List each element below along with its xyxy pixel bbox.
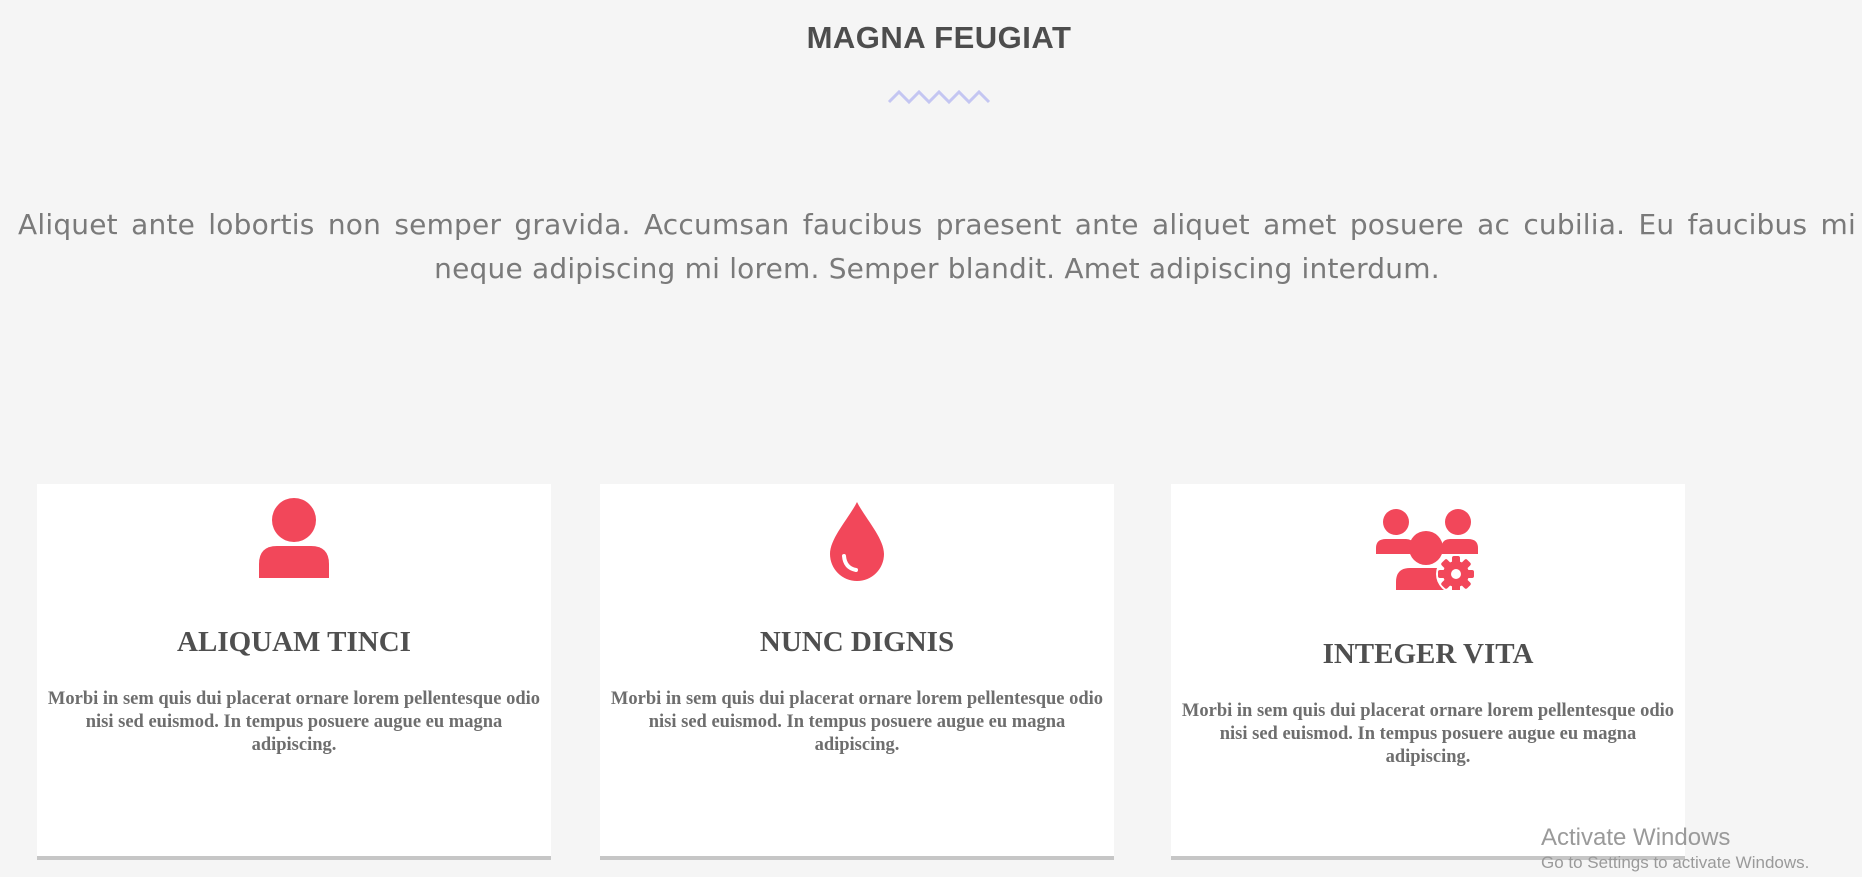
card-title: NUNC DIGNIS	[759, 626, 955, 658]
watermark-subtitle: Go to Settings to activate Windows.	[1541, 853, 1810, 872]
watermark-title: Activate Windows	[1541, 824, 1731, 851]
intro-text: Aliquet ante lobortis non semper gravida…	[18, 208, 1856, 285]
windows-activation-watermark: Activate Windows Go to Settings to activ…	[1541, 824, 1809, 874]
section-title: MAGNA FEUGIAT	[806, 20, 1072, 55]
card-text: Morbi in sem quis dui placerat ornare lo…	[1181, 701, 1675, 767]
card-title: ALIQUAM TINCI	[177, 626, 411, 658]
feature-card: INTEGER VITA Morbi in sem quis dui place…	[1171, 484, 1685, 860]
user-icon	[37, 496, 551, 578]
zigzag-divider-icon	[887, 89, 991, 105]
feature-card: ALIQUAM TINCI Morbi in sem quis dui plac…	[37, 484, 551, 860]
card-text: Morbi in sem quis dui placerat ornare lo…	[47, 689, 541, 755]
droplet-icon	[600, 500, 1114, 582]
card-text: Morbi in sem quis dui placerat ornare lo…	[610, 689, 1104, 755]
card-title: INTEGER VITA	[1322, 638, 1534, 670]
users-cog-icon	[1171, 508, 1685, 590]
feature-card: NUNC DIGNIS Morbi in sem quis dui placer…	[600, 484, 1114, 860]
